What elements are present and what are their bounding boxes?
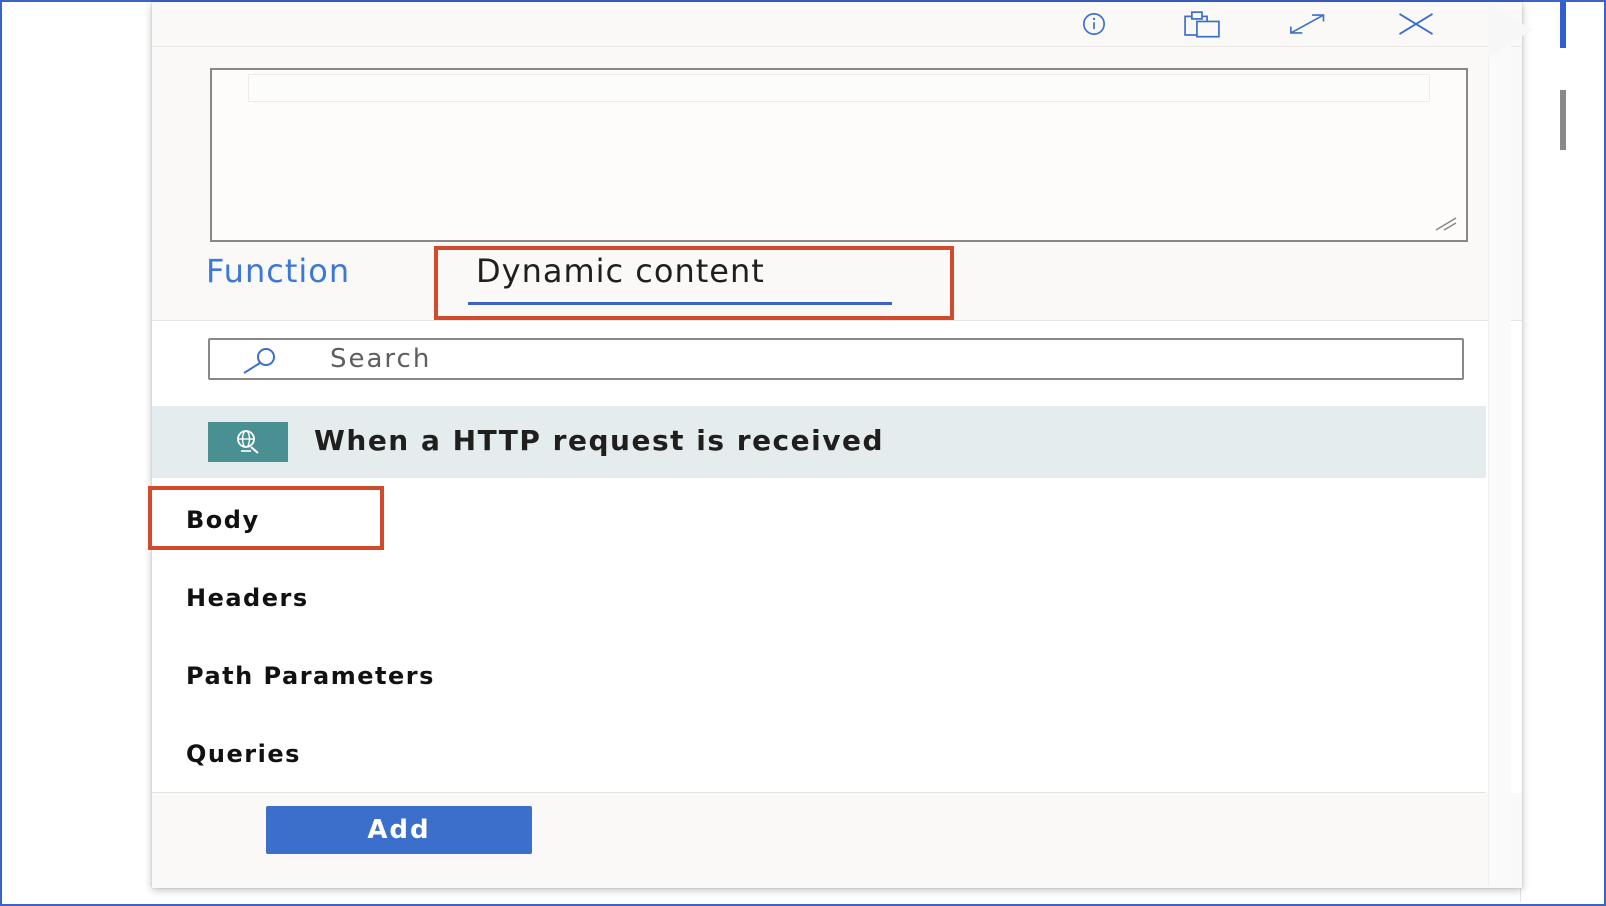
resize-handle-icon[interactable] [1432,216,1458,232]
add-button[interactable]: Add [266,806,532,854]
dynamic-content-list-area [152,320,1522,793]
expression-panel: Function Dynamic content Search When a H… [148,2,1522,888]
highlight-box-dynamic-content [434,246,954,320]
search-box[interactable]: Search [208,338,1464,380]
close-icon[interactable] [1394,6,1438,42]
panel-toolbar [152,2,1522,47]
editor-input-line[interactable] [248,74,1430,102]
expression-editor[interactable] [210,68,1468,242]
search-input[interactable]: Search [330,344,431,374]
right-edge-accent [1560,2,1566,48]
clipboard-icon[interactable] [1180,6,1224,42]
expand-icon[interactable] [1286,6,1330,42]
trigger-group-title: When a HTTP request is received [314,424,885,457]
side-pointer-arrow [1488,2,1532,58]
http-request-icon [208,422,288,462]
footer-divider [152,792,1486,793]
list-item-path-parameters[interactable]: Path Parameters [186,662,435,690]
info-icon[interactable] [1072,6,1116,42]
list-item-queries[interactable]: Queries [186,740,301,768]
tab-function[interactable]: Function [206,252,350,290]
trigger-group-header[interactable]: When a HTTP request is received [152,406,1486,478]
panel-scrollbar[interactable] [1488,46,1511,886]
highlight-box-body [148,486,384,550]
search-icon [243,348,275,374]
right-edge-scroll[interactable] [1560,90,1566,150]
list-item-headers[interactable]: Headers [186,584,309,612]
